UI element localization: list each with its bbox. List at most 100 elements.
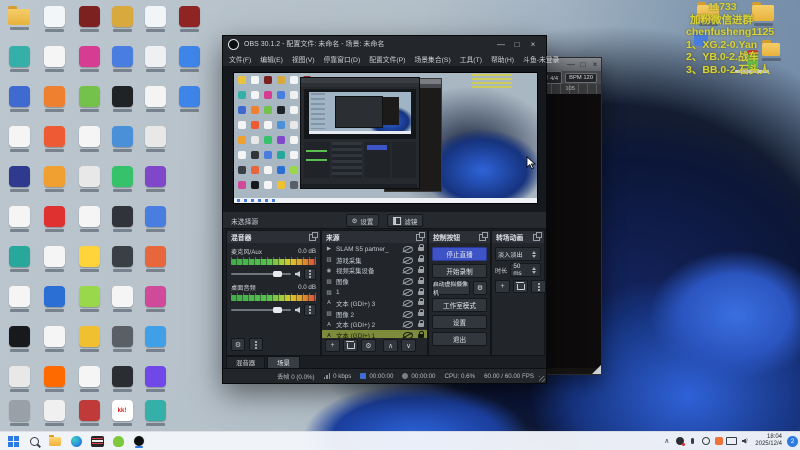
desktop-icon[interactable]	[109, 286, 135, 312]
move-up-button[interactable]: ∧	[383, 339, 398, 352]
lock-icon[interactable]	[418, 301, 424, 305]
desktop-icon[interactable]	[176, 86, 202, 112]
desktop-icon[interactable]	[142, 126, 168, 152]
source-row-7[interactable]: A文本 (GDI+) 2	[322, 320, 427, 331]
source-row-6[interactable]: ▨图像 2	[322, 309, 427, 320]
desktop-icon[interactable]	[41, 166, 67, 192]
popout-icon[interactable]	[416, 234, 423, 241]
desktop-icon[interactable]	[41, 400, 67, 426]
maximize-icon[interactable]: □	[509, 36, 525, 52]
add-transition-button[interactable]: +	[495, 280, 510, 293]
start-button[interactable]	[6, 434, 20, 448]
desktop-icon[interactable]	[41, 46, 67, 72]
tray-monitor-icon[interactable]	[726, 435, 737, 447]
start-virtual-cam-button[interactable]: 启动虚拟摄像机	[432, 281, 470, 295]
desktop-icon[interactable]	[76, 86, 102, 112]
desktop-icon[interactable]	[109, 246, 135, 272]
obs-titlebar[interactable]: OBS 30.1.2 - 配置文件: 未命名 - 场景: 未命名 — □ ×	[223, 36, 546, 52]
desktop-icon[interactable]	[76, 126, 102, 152]
close-icon[interactable]: ×	[589, 58, 601, 71]
close-icon[interactable]: ×	[525, 36, 541, 52]
desktop-icon[interactable]	[6, 326, 32, 352]
desktop-icon[interactable]	[76, 166, 102, 192]
slider-knob[interactable]	[273, 271, 282, 277]
file-explorer-icon[interactable]	[48, 434, 62, 448]
speaker-icon[interactable]	[295, 307, 300, 313]
start-record-button[interactable]: 开始录制	[432, 264, 487, 278]
exit-button[interactable]: 退出	[432, 332, 487, 346]
desktop-icon[interactable]	[6, 166, 32, 192]
remove-source-button[interactable]	[343, 339, 358, 352]
desktop-icon[interactable]	[142, 246, 168, 272]
desktop-icon[interactable]	[76, 46, 102, 72]
channel-menu-button[interactable]	[304, 268, 316, 280]
tab-scenes[interactable]: 场景	[267, 356, 300, 368]
obs-preview[interactable]	[223, 66, 546, 212]
tray-app-icon-orange[interactable]	[713, 435, 724, 447]
desktop-icon[interactable]	[142, 6, 168, 32]
mixer-menu-button[interactable]	[249, 338, 263, 351]
lock-icon[interactable]	[418, 280, 424, 284]
desktop-icon[interactable]	[76, 246, 102, 272]
transitions-dock-header[interactable]: 转场动画	[492, 231, 544, 243]
menu-item-0[interactable]: 文件(F)	[229, 54, 251, 64]
transition-select[interactable]: 淡入淡出	[495, 247, 541, 261]
desktop-icon[interactable]	[142, 286, 168, 312]
menu-item-8[interactable]: 斗鱼-未登录	[523, 54, 559, 64]
minimize-icon[interactable]: —	[493, 36, 509, 52]
tray-obs-icon[interactable]	[674, 435, 685, 447]
menu-item-3[interactable]: 停靠窗口(D)	[324, 54, 361, 64]
lock-icon[interactable]	[418, 269, 424, 273]
desktop-icon[interactable]	[6, 286, 32, 312]
desktop-icon[interactable]	[6, 246, 32, 272]
channel-menu-button[interactable]	[304, 304, 316, 316]
desktop-icon[interactable]	[41, 326, 67, 352]
visibility-eye-icon[interactable]	[403, 246, 413, 253]
app-icon-green[interactable]	[111, 434, 125, 448]
settings-button[interactable]: 设置	[432, 315, 487, 329]
volume-slider[interactable]	[231, 309, 291, 311]
sources-dock-header[interactable]: 来源	[322, 231, 427, 243]
app-icon-red-striped[interactable]	[90, 434, 104, 448]
virtual-cam-config-button[interactable]: ⚙	[473, 281, 487, 295]
desktop-icon[interactable]	[41, 206, 67, 232]
tray-volume-icon[interactable]: )	[739, 435, 750, 447]
desktop-icon[interactable]	[6, 46, 32, 72]
obs-taskbar-icon[interactable]	[132, 434, 146, 448]
popout-icon[interactable]	[479, 234, 486, 241]
desktop-icon[interactable]	[109, 126, 135, 152]
studio-mode-button[interactable]: 工作室模式	[432, 298, 487, 312]
slider-knob[interactable]	[273, 307, 282, 313]
tray-mic-icon[interactable]	[687, 435, 698, 447]
desktop-icon[interactable]	[109, 366, 135, 392]
transition-menu-button[interactable]	[531, 280, 546, 293]
minimize-icon[interactable]: —	[565, 58, 577, 71]
menu-item-6[interactable]: 工具(T)	[460, 54, 482, 64]
desktop-icon[interactable]	[41, 366, 67, 392]
desktop-icon[interactable]	[76, 326, 102, 352]
menu-item-7[interactable]: 帮助(H)	[491, 54, 514, 64]
desktop-icon[interactable]	[6, 126, 32, 152]
lock-icon[interactable]	[418, 334, 424, 338]
visibility-eye-icon[interactable]	[403, 311, 413, 318]
source-row-2[interactable]: ◉视频采集设备	[322, 266, 427, 277]
source-properties-button[interactable]: ⚙	[361, 339, 376, 352]
desktop-icon[interactable]	[176, 6, 202, 32]
resize-grip[interactable]	[592, 365, 601, 374]
move-down-button[interactable]: ∨	[401, 339, 416, 352]
popout-icon[interactable]	[309, 234, 316, 241]
desktop-icon[interactable]	[109, 86, 135, 112]
desktop-icon[interactable]	[176, 46, 202, 72]
visibility-eye-icon[interactable]	[403, 332, 413, 338]
notification-badge[interactable]: 2	[787, 436, 798, 447]
desktop-icon[interactable]	[6, 86, 32, 112]
speaker-icon[interactable]	[295, 271, 300, 277]
tab-mixer[interactable]: 混音器	[226, 356, 265, 368]
maximize-icon[interactable]: □	[577, 58, 589, 71]
visibility-eye-icon[interactable]	[403, 300, 413, 307]
controls-dock-header[interactable]: 控制按钮	[429, 231, 490, 243]
desktop-icon[interactable]	[6, 400, 32, 426]
lock-icon[interactable]	[418, 323, 424, 327]
visibility-eye-icon[interactable]	[403, 267, 413, 274]
desktop-icon[interactable]	[76, 400, 102, 426]
